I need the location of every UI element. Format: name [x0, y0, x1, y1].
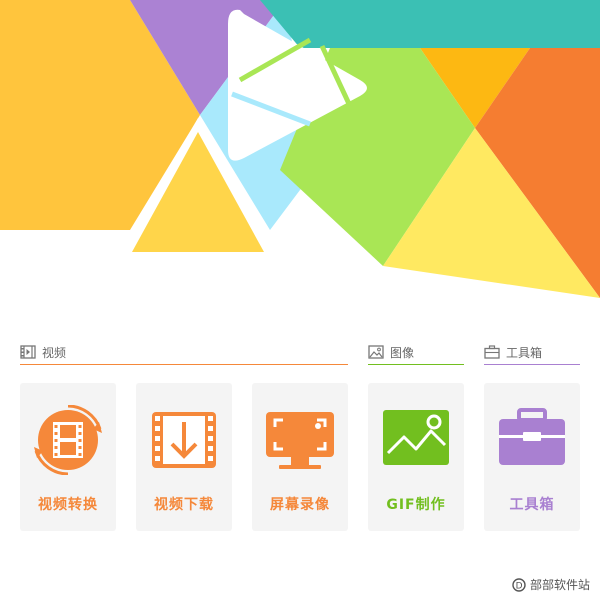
- banner-shape-teal: [260, 0, 600, 48]
- watermark-text: 部部软件站: [529, 578, 590, 592]
- banner-graphic: [0, 0, 600, 298]
- svg-text:D: D: [516, 581, 523, 591]
- section-toolbox-rule: [484, 364, 580, 365]
- video-download-icon: [152, 412, 216, 468]
- video-convert-button[interactable]: 视频转换: [20, 383, 116, 531]
- section-image-rule: [368, 364, 464, 365]
- section-video-label: 视频: [42, 345, 67, 360]
- toolbox-icon: [499, 408, 565, 465]
- section-image: 图像: [368, 340, 414, 364]
- toolbox-label: 工具箱: [509, 497, 555, 513]
- screen-record-label: 屏幕录像: [270, 497, 330, 513]
- section-video-rule: [20, 364, 348, 365]
- image-icon: [368, 345, 384, 359]
- gif-make-icon: [383, 410, 449, 465]
- video-convert-icon: [34, 405, 102, 475]
- watermark: D 部部软件站: [512, 576, 590, 593]
- section-image-label: 图像: [390, 345, 415, 360]
- video-convert-label: 视频转换: [38, 497, 98, 513]
- video-download-button[interactable]: 视频下载: [136, 383, 232, 531]
- video-download-label: 视频下载: [154, 497, 214, 513]
- section-toolbox-label: 工具箱: [506, 345, 543, 360]
- briefcase-icon: [484, 345, 500, 359]
- film-icon: [20, 345, 36, 359]
- screen-record-icon: [266, 412, 334, 469]
- screen-record-button[interactable]: 屏幕录像: [252, 383, 348, 531]
- toolbox-button[interactable]: 工具箱: [484, 383, 580, 531]
- gif-make-label: GIF制作: [386, 497, 446, 513]
- gif-make-button[interactable]: GIF制作: [368, 383, 464, 531]
- section-toolbox: 工具箱: [484, 340, 542, 364]
- section-video: 视频: [20, 340, 66, 364]
- site-logo-icon: D: [512, 577, 526, 592]
